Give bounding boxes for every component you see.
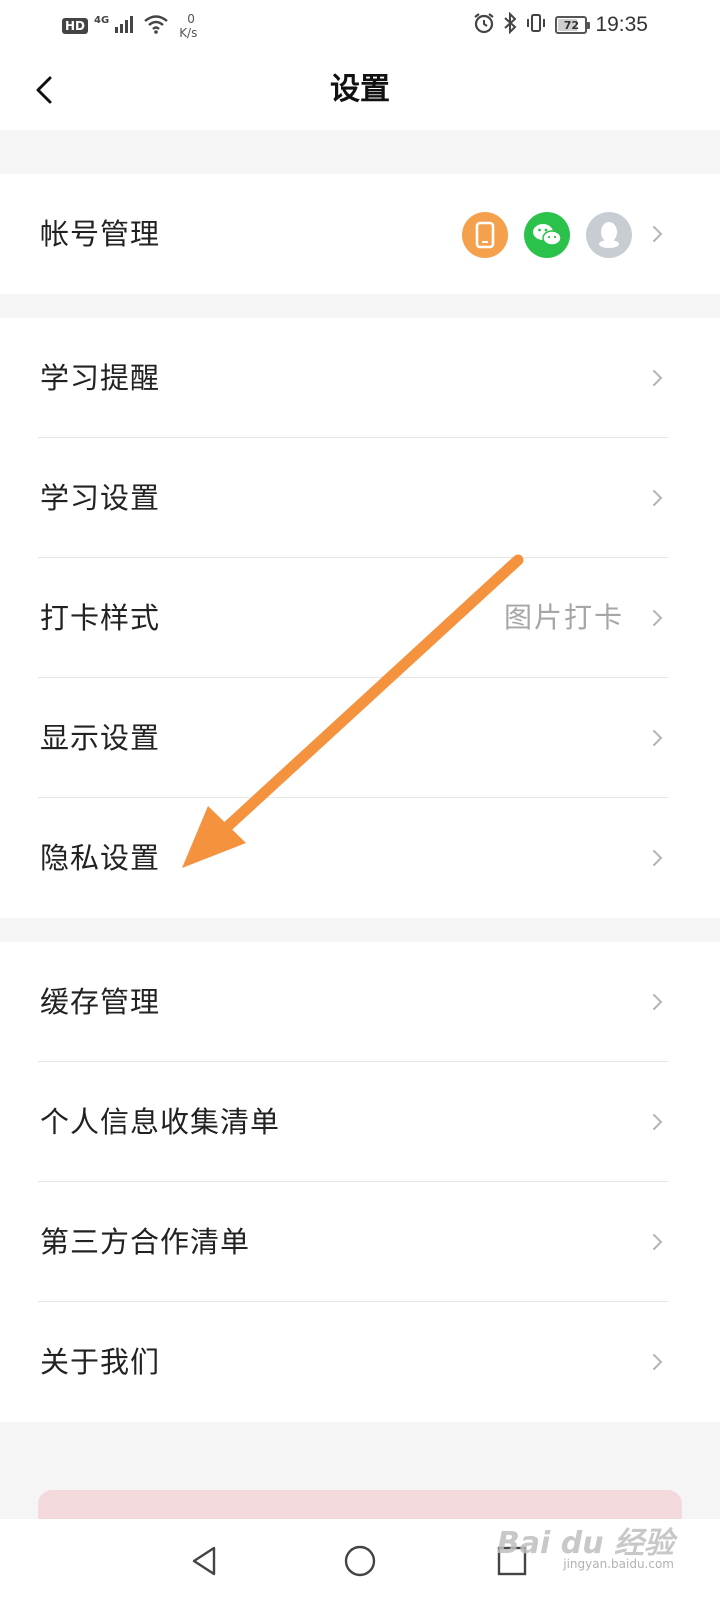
wechat-icon bbox=[524, 212, 570, 258]
chevron-right-icon bbox=[653, 1114, 663, 1130]
watermark: Bai du 经验 jingyan.baidu.com bbox=[496, 1515, 674, 1571]
settings-row-display[interactable]: 显示设置 bbox=[0, 678, 720, 798]
clock: 19:35 bbox=[595, 13, 648, 36]
settings-row-study-reminder[interactable]: 学习提醒 bbox=[0, 318, 720, 438]
settings-row-about[interactable]: 关于我们 bbox=[0, 1302, 720, 1422]
settings-row-personal-info-list[interactable]: 个人信息收集清单 bbox=[0, 1062, 720, 1182]
vibrate-icon bbox=[525, 12, 547, 38]
settings-row-study-settings[interactable]: 学习设置 bbox=[0, 438, 720, 558]
row-label: 显示设置 bbox=[40, 721, 161, 755]
back-triangle-icon bbox=[192, 1546, 216, 1576]
speed-unit: K/s bbox=[179, 26, 198, 40]
row-label: 个人信息收集清单 bbox=[40, 1105, 281, 1139]
status-left: HD 4G 0 K/s bbox=[62, 10, 197, 42]
speed-value: 0 bbox=[187, 12, 195, 26]
row-label: 学习提醒 bbox=[40, 361, 161, 395]
linked-accounts bbox=[462, 212, 632, 258]
watermark-sub: jingyan.baidu.com bbox=[563, 1557, 674, 1571]
row-label: 关于我们 bbox=[40, 1345, 161, 1379]
row-label: 学习设置 bbox=[40, 481, 161, 515]
bluetooth-icon bbox=[503, 11, 517, 38]
settings-row-privacy[interactable]: 隐私设置 bbox=[0, 798, 720, 918]
chevron-right-icon bbox=[653, 1354, 663, 1370]
header: 设置 bbox=[0, 50, 720, 130]
row-label: 缓存管理 bbox=[40, 985, 161, 1019]
battery-icon: 72 bbox=[555, 16, 591, 34]
other-group: 缓存管理 个人信息收集清单 第三方合作清单 关于我们 bbox=[0, 942, 720, 1422]
chevron-right-icon bbox=[653, 610, 663, 626]
nav-back-button[interactable] bbox=[182, 1539, 226, 1583]
row-label: 第三方合作清单 bbox=[40, 1225, 251, 1259]
row-label: 打卡样式 bbox=[40, 601, 161, 635]
chevron-right-icon bbox=[653, 994, 663, 1010]
status-right: 72 19:35 bbox=[473, 8, 648, 42]
watermark-text: Bai du 经验 bbox=[496, 1526, 674, 1561]
alarm-icon bbox=[473, 12, 495, 38]
chevron-right-icon bbox=[653, 1234, 663, 1250]
qq-icon bbox=[586, 212, 632, 258]
hd-badge: HD bbox=[62, 18, 89, 34]
chevron-right-icon bbox=[653, 850, 663, 866]
chevron-right-icon bbox=[653, 730, 663, 746]
wifi-icon bbox=[143, 14, 169, 38]
home-circle-icon bbox=[344, 1545, 376, 1577]
page-title: 设置 bbox=[330, 72, 390, 107]
settings-row-account[interactable]: 帐号管理 bbox=[0, 174, 720, 294]
settings-row-third-party-list[interactable]: 第三方合作清单 bbox=[0, 1182, 720, 1302]
row-value: 图片打卡 bbox=[503, 601, 624, 634]
row-label: 帐号管理 bbox=[40, 217, 161, 251]
settings-row-cache[interactable]: 缓存管理 bbox=[0, 942, 720, 1062]
phone-icon bbox=[462, 212, 508, 258]
battery-level: 72 bbox=[563, 18, 580, 32]
study-group: 学习提醒 学习设置 打卡样式 图片打卡 显示设置 隐私设置 bbox=[0, 318, 720, 918]
nav-home-button[interactable] bbox=[338, 1539, 382, 1583]
network-type: 4G bbox=[94, 14, 110, 26]
settings-row-checkin-style[interactable]: 打卡样式 图片打卡 bbox=[0, 558, 720, 678]
status-bar: HD 4G 0 K/s 72 19:35 bbox=[0, 0, 720, 50]
chevron-right-icon bbox=[653, 370, 663, 386]
row-label: 隐私设置 bbox=[40, 841, 161, 875]
signal-icon bbox=[115, 15, 137, 37]
network-speed: 0 K/s bbox=[179, 12, 197, 40]
chevron-right-icon bbox=[653, 490, 663, 506]
account-group: 帐号管理 bbox=[0, 174, 720, 294]
chevron-right-icon bbox=[653, 226, 663, 242]
